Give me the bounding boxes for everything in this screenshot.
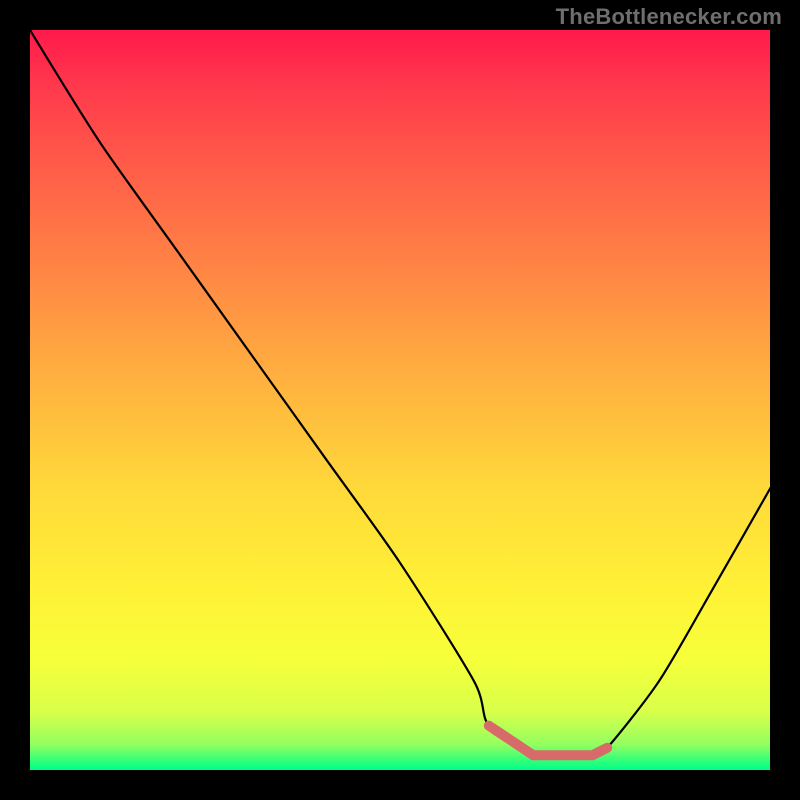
chart-stage: TheBottlenecker.com [0, 0, 800, 800]
optimal-range-highlight [489, 726, 607, 756]
watermark-text: TheBottlenecker.com [556, 4, 782, 30]
chart-svg [30, 30, 770, 770]
bottleneck-curve [30, 30, 770, 757]
plot-area [30, 30, 770, 770]
